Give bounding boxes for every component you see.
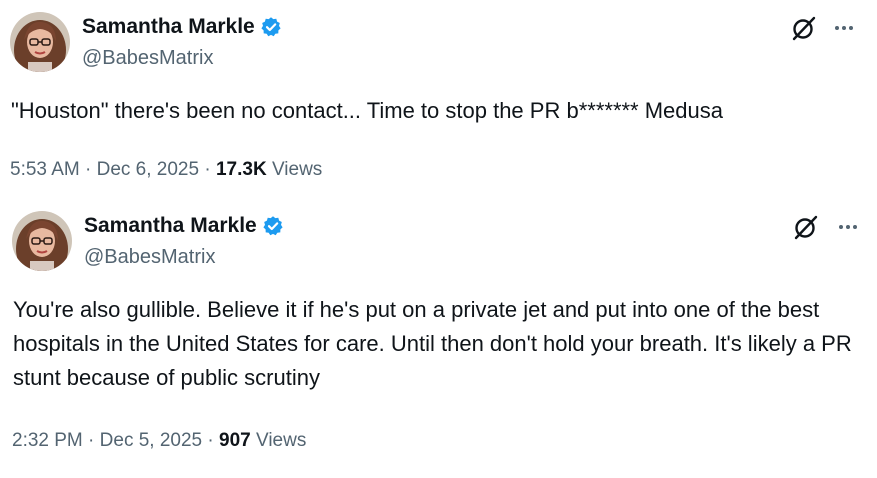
avatar[interactable]	[10, 12, 70, 72]
display-name[interactable]: Samantha Markle	[82, 14, 255, 40]
meta-separator: ·	[204, 159, 211, 180]
views-count: 17.3K	[215, 159, 267, 180]
author-name-row: Samantha Markle	[84, 213, 284, 239]
tweet-text: "Houston" there's been no contact... Tim…	[11, 98, 724, 123]
handle[interactable]: @BabesMatrix	[84, 245, 215, 269]
tweet-date[interactable]: Dec 6, 2025	[97, 159, 199, 180]
verified-badge-icon	[263, 216, 283, 236]
avatar-photo-icon	[12, 211, 72, 271]
tweet-meta: 5:53 AM · Dec 6, 2025 · 17.3K Views	[10, 158, 322, 182]
tweet-time[interactable]: 2:32 PM	[12, 430, 83, 451]
tweet-time[interactable]: 5:53 AM	[10, 159, 80, 180]
tweet[interactable]: Samantha Markle @BabesMatrix "Houston" t…	[0, 0, 877, 200]
avatar-photo-icon	[10, 12, 70, 72]
author-name-row: Samantha Markle	[82, 14, 282, 40]
grok-icon[interactable]	[793, 214, 819, 240]
verified-badge-icon	[261, 17, 281, 37]
views-label: Views	[271, 159, 323, 180]
grok-icon[interactable]	[791, 15, 817, 41]
views-count: 907	[219, 430, 251, 451]
tweet-text: You're also gullible. Believe it if he's…	[13, 297, 852, 390]
tweet-date[interactable]: Dec 5, 2025	[100, 430, 202, 451]
tweet-meta: 2:32 PM · Dec 5, 2025 · 907 Views	[12, 429, 306, 453]
handle[interactable]: @BabesMatrix	[82, 46, 213, 70]
display-name[interactable]: Samantha Markle	[84, 213, 257, 239]
more-icon[interactable]	[836, 215, 860, 239]
more-icon[interactable]	[832, 16, 856, 40]
meta-separator: ·	[88, 430, 95, 451]
tweet[interactable]: Samantha Markle @BabesMatrix You're also…	[0, 200, 877, 478]
avatar[interactable]	[12, 211, 72, 271]
meta-separator: ·	[85, 159, 92, 180]
views-label: Views	[256, 430, 307, 451]
meta-separator: ·	[207, 430, 214, 451]
